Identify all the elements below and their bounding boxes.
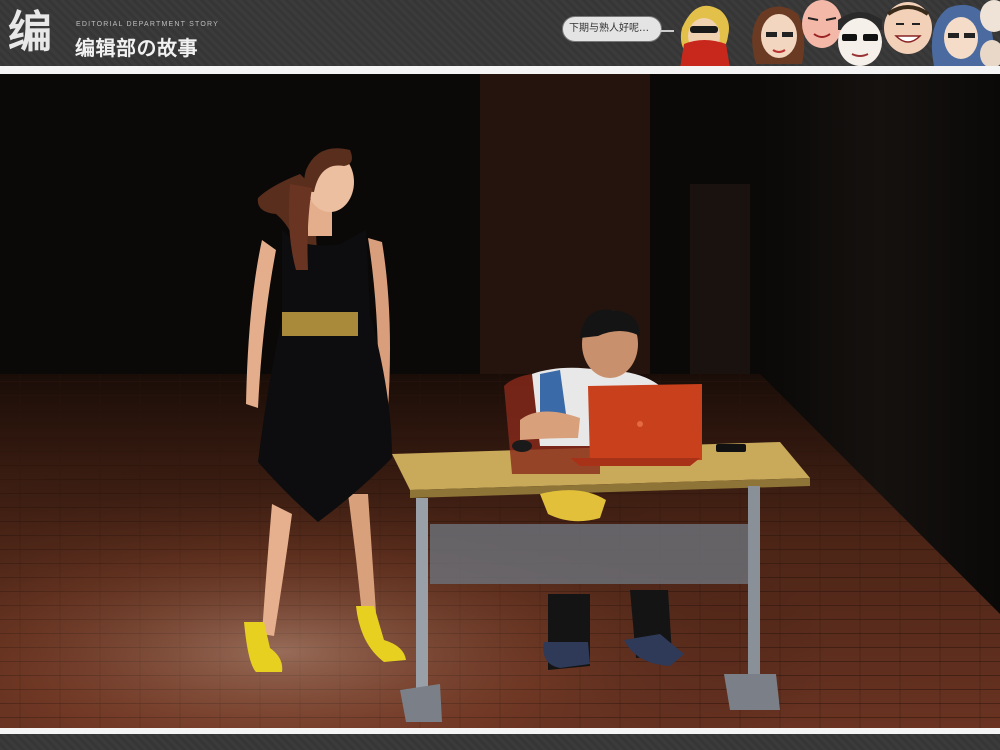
phone	[716, 444, 746, 452]
bald-sunglasses-man-icon	[838, 12, 882, 66]
logo-title[interactable]: 编辑部の故事	[75, 32, 198, 61]
background-chair	[690, 184, 750, 384]
speech-bubble: 下期与熟人好呢…	[562, 16, 662, 42]
red-laptop	[570, 384, 702, 466]
speech-bubble-tail	[660, 30, 674, 32]
cast-faces-illustration	[680, 0, 1000, 68]
brown-haired-woman-icon	[752, 6, 805, 64]
pink-faced-man-icon	[802, 0, 842, 48]
computer-mouse	[512, 440, 532, 452]
header-divider	[0, 66, 1000, 74]
desk-panel	[430, 524, 750, 584]
header-banner: 编 EDITORIAL DEPARTMENT STORY 编辑部の故事 下期与熟…	[0, 0, 1000, 68]
blond-masked-character-icon	[680, 5, 730, 68]
logo-icon[interactable]: 编	[8, 6, 70, 60]
smiling-man-icon	[884, 2, 932, 54]
desk-leg-right	[748, 486, 760, 686]
desk-leg-left	[416, 498, 428, 698]
logo-subtitle: EDITORIAL DEPARTMENT STORY	[76, 21, 219, 28]
footer-bar	[0, 734, 1000, 750]
stage-photo	[0, 74, 1000, 730]
gold-belt	[282, 312, 358, 336]
